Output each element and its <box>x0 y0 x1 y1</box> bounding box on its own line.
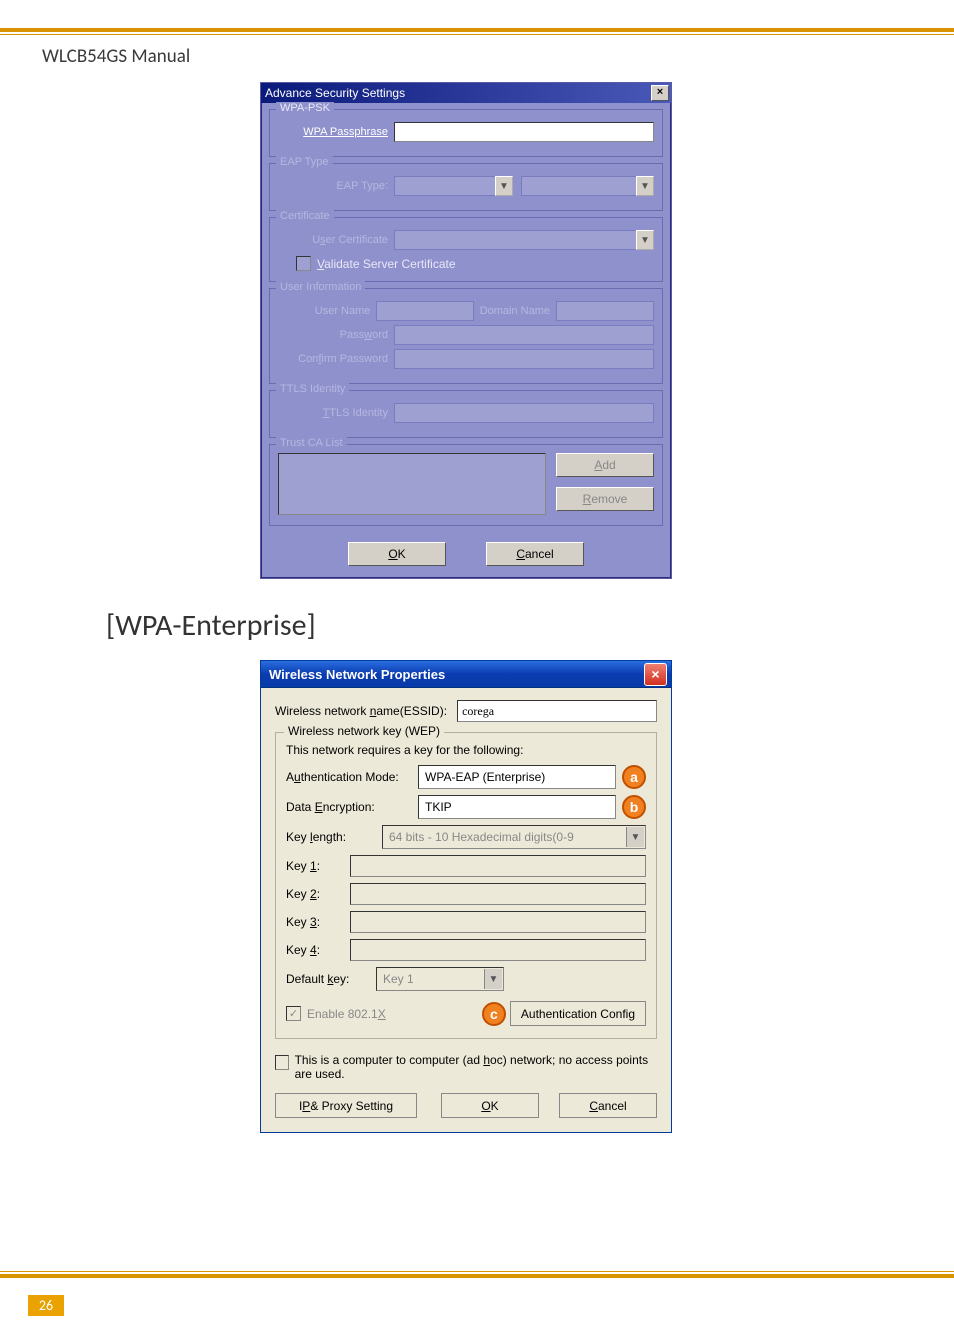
key1-input <box>350 855 646 877</box>
section-heading: [WPA-Enterprise] <box>106 607 954 644</box>
page-number: 26 <box>28 1295 64 1316</box>
auth-mode-value: WPA-EAP (Enterprise) <box>425 770 545 784</box>
ttls-identity-group: TTLS Identity TTLS Identity <box>269 390 663 438</box>
wpa-psk-group: WPA-PSK WPA Passphrase <box>269 109 663 157</box>
auth-mode-label: Authentication Mode: <box>286 770 418 784</box>
wireless-network-properties-window: Wireless Network Properties × Wireless n… <box>260 660 672 1133</box>
callout-c: c <box>482 1002 506 1026</box>
adhoc-label: This is a computer to computer (ad hoc) … <box>295 1053 657 1081</box>
group-legend: EAP Type <box>276 156 333 168</box>
chevron-down-icon: ▼ <box>636 230 654 250</box>
trust-ca-list-group: Trust CA List Add Remove <box>269 444 663 526</box>
window-titlebar: Wireless Network Properties × <box>261 661 671 688</box>
group-legend: WPA-PSK <box>276 102 334 114</box>
ttls-identity-input <box>394 403 654 423</box>
validate-server-cert-label: Validate Server Certificate <box>317 257 456 271</box>
remove-button: Remove <box>556 487 654 511</box>
user-information-group: User Information User Name Domain Name P… <box>269 288 663 384</box>
window-titlebar: Advance Security Settings × <box>261 83 671 103</box>
group-legend: TTLS Identity <box>276 383 349 395</box>
chevron-down-icon: ▼ <box>495 176 513 196</box>
key2-label: Key 2: <box>286 887 350 901</box>
chevron-down-icon: ▼ <box>626 827 644 847</box>
ok-button[interactable]: OK <box>441 1093 539 1118</box>
add-button: Add <box>556 453 654 477</box>
key2-input <box>350 883 646 905</box>
page-header: WLCB54GS Manual <box>42 45 954 68</box>
data-encryption-value: TKIP <box>425 800 452 814</box>
essid-label: Wireless network name(ESSID): <box>275 704 447 718</box>
trust-ca-listbox <box>278 453 546 515</box>
username-input <box>376 301 474 321</box>
key3-input <box>350 911 646 933</box>
group-legend: Certificate <box>276 210 334 222</box>
validate-server-cert-checkbox <box>296 256 311 271</box>
window-title: Advance Security Settings <box>265 86 405 100</box>
key-length-select: 64 bits - 10 Hexadecimal digits(0-9 ▼ <box>382 825 646 849</box>
data-encryption-label: Data Encryption: <box>286 800 418 814</box>
eap-type-select-1 <box>394 176 496 196</box>
cancel-button[interactable]: Cancel <box>486 542 584 566</box>
ip-proxy-setting-button[interactable]: IP & Proxy Setting <box>275 1093 417 1118</box>
callout-a: a <box>622 765 646 789</box>
essid-input[interactable]: corega <box>457 700 657 722</box>
username-label: User Name <box>278 305 370 317</box>
key-length-value: 64 bits - 10 Hexadecimal digits(0-9 <box>389 830 574 844</box>
key3-label: Key 3: <box>286 915 350 929</box>
data-encryption-select[interactable]: TKIP <box>418 795 616 819</box>
enable-8021x-label: Enable 802.1X <box>307 1007 386 1021</box>
key1-label: Key 1: <box>286 859 350 873</box>
close-icon[interactable]: × <box>644 663 667 686</box>
default-key-label: Default key: <box>286 972 376 986</box>
domain-name-input <box>556 301 654 321</box>
adhoc-checkbox[interactable] <box>275 1055 289 1070</box>
wpa-passphrase-input[interactable] <box>394 122 654 142</box>
window-title: Wireless Network Properties <box>269 667 445 682</box>
password-label: Password <box>278 329 388 341</box>
wep-description: This network requires a key for the foll… <box>286 743 646 757</box>
enable-8021x-checkbox <box>286 1006 301 1021</box>
auth-mode-select[interactable]: WPA-EAP (Enterprise) <box>418 765 616 789</box>
wpa-passphrase-label: WPA Passphrase <box>278 126 388 138</box>
domain-name-label: Domain Name <box>474 305 550 317</box>
user-certificate-label: User Certificate <box>278 234 388 246</box>
confirm-password-label: Confirm Password <box>278 353 388 365</box>
certificate-group: Certificate User Certificate ▼ Validate … <box>269 217 663 282</box>
callout-b: b <box>622 795 646 819</box>
default-key-value: Key 1 <box>383 972 414 986</box>
ttls-identity-label: TTLS Identity <box>278 407 388 419</box>
cancel-button[interactable]: Cancel <box>559 1093 657 1118</box>
password-input <box>394 325 654 345</box>
key4-input <box>350 939 646 961</box>
group-legend: User Information <box>276 281 365 293</box>
ok-button[interactable]: OK <box>348 542 446 566</box>
advance-security-settings-window: Advance Security Settings × WPA-PSK WPA … <box>260 82 672 579</box>
wep-group: Wireless network key (WEP) This network … <box>275 732 657 1039</box>
chevron-down-icon: ▼ <box>636 176 654 196</box>
chevron-down-icon: ▼ <box>484 969 502 989</box>
default-key-select: Key 1 ▼ <box>376 967 504 991</box>
authentication-config-button[interactable]: Authentication Config <box>510 1001 646 1026</box>
confirm-password-input <box>394 349 654 369</box>
key4-label: Key 4: <box>286 943 350 957</box>
close-icon[interactable]: × <box>651 85 669 101</box>
eap-type-select-2 <box>521 176 637 196</box>
eap-type-group: EAP Type EAP Type: ▼ ▼ <box>269 163 663 211</box>
key-length-label: Key length: <box>286 830 382 844</box>
user-certificate-select <box>394 230 637 250</box>
group-legend: Trust CA List <box>276 437 347 449</box>
group-legend: Wireless network key (WEP) <box>284 724 444 738</box>
eap-type-label: EAP Type: <box>278 180 388 192</box>
